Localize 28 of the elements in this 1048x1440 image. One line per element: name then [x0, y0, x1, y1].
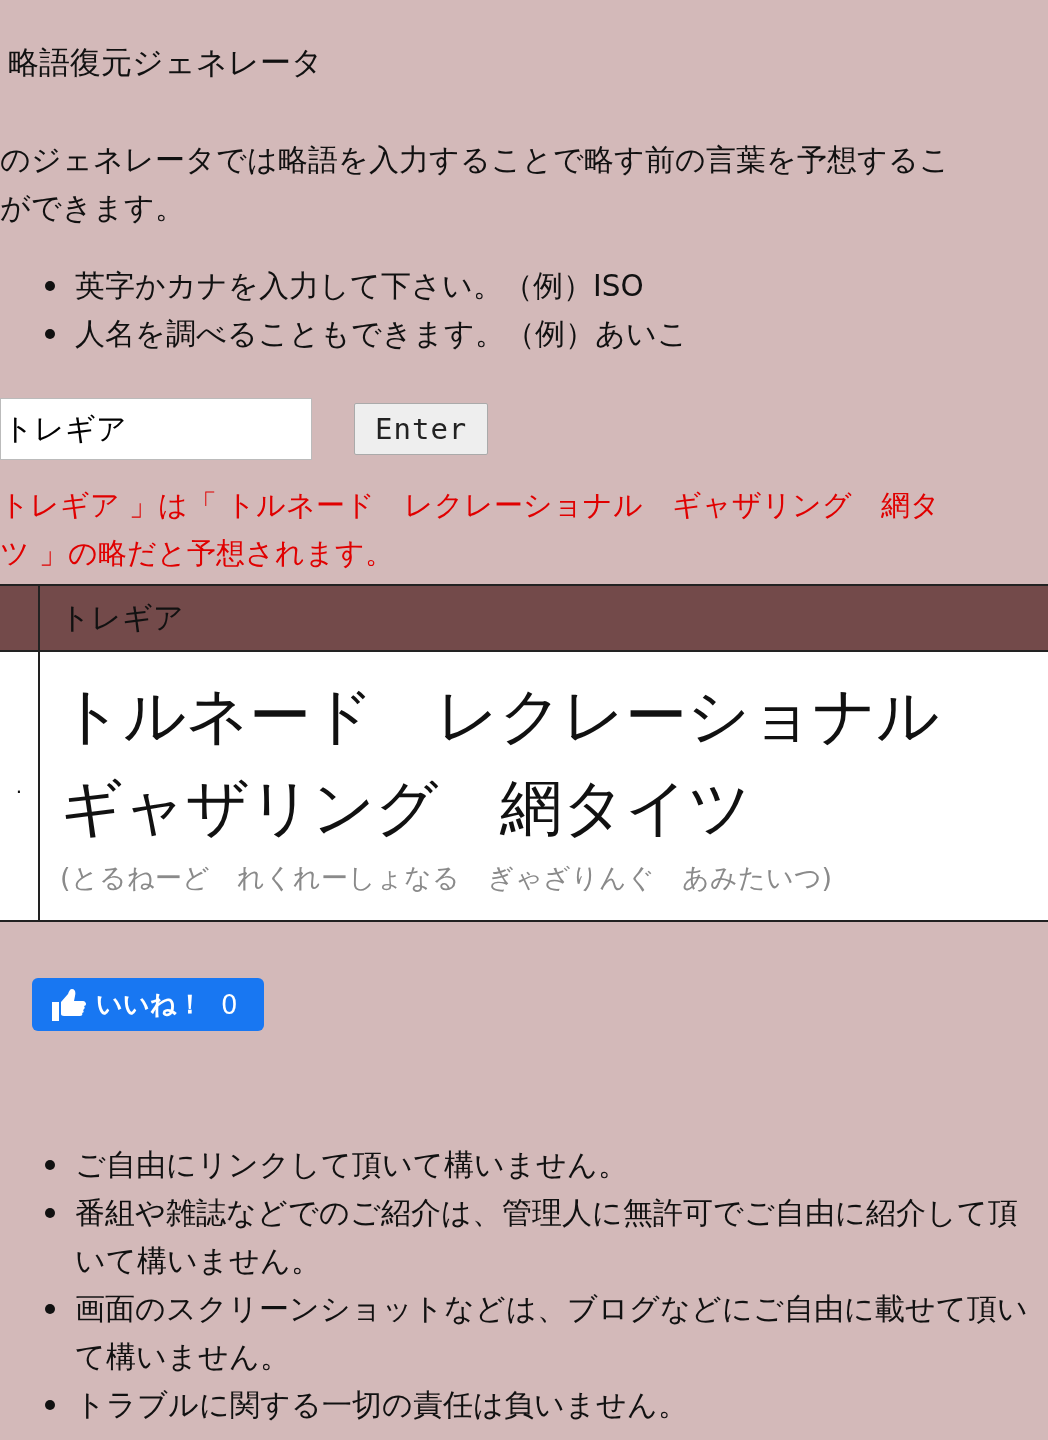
bullet-icon — [45, 1304, 55, 1314]
bullet-icon — [45, 1208, 55, 1218]
intro-text: のジェネレータでは略語を入力することで略す前の言葉を予想するこ — [0, 142, 951, 179]
note-text: ご自由にリンクして頂いて構いません。 — [75, 1147, 629, 1184]
expansion-text: ギャザリング 網タイツ — [60, 770, 752, 846]
input-field[interactable]: トレギア — [0, 398, 312, 460]
header-cell: トレギア — [40, 586, 1048, 652]
like-button[interactable]: いいね！ 0 — [32, 978, 264, 1031]
hint-text: 英字かカナを入力して下さい。（例）ISO — [75, 268, 645, 305]
bullet-icon — [45, 1160, 55, 1170]
bullet-icon — [45, 1400, 55, 1410]
note-text: トラブルに関する一切の責任は負いません。 — [75, 1387, 689, 1424]
bullet-icon — [45, 281, 55, 291]
reading-text: (とるねーど れくれーしょなる ぎゃざりんぐ あみたいつ) — [60, 861, 834, 895]
row-marker: . — [0, 652, 40, 920]
enter-button[interactable]: Enter — [354, 403, 489, 455]
result-text: トレギア 」は「 トルネード レクレーショナル ギャザリング 網タ — [0, 488, 942, 524]
note-text: 画面のスクリーンショットなどは、ブログなどにご自由に載せて頂いて構いません。 — [75, 1291, 1029, 1376]
expansion-text: トルネード レクレーショナル — [60, 678, 940, 754]
result-text: ツ 」の略だと予想されます。 — [0, 536, 396, 572]
thumbs-up-icon — [52, 988, 86, 1021]
like-count: 0 — [221, 989, 238, 1020]
bullet-icon — [45, 329, 55, 339]
hint-text: 人名を調べることもできます。（例）あいこ — [75, 316, 689, 353]
like-label: いいね！ — [96, 988, 203, 1021]
page-title: 略語復元ジェネレータ — [8, 43, 324, 82]
note-text: 番組や雑誌などでのご紹介は、管理人に無許可でご自由に紹介して頂いて構いません。 — [75, 1195, 1019, 1280]
intro-text: ができます。 — [0, 190, 186, 227]
